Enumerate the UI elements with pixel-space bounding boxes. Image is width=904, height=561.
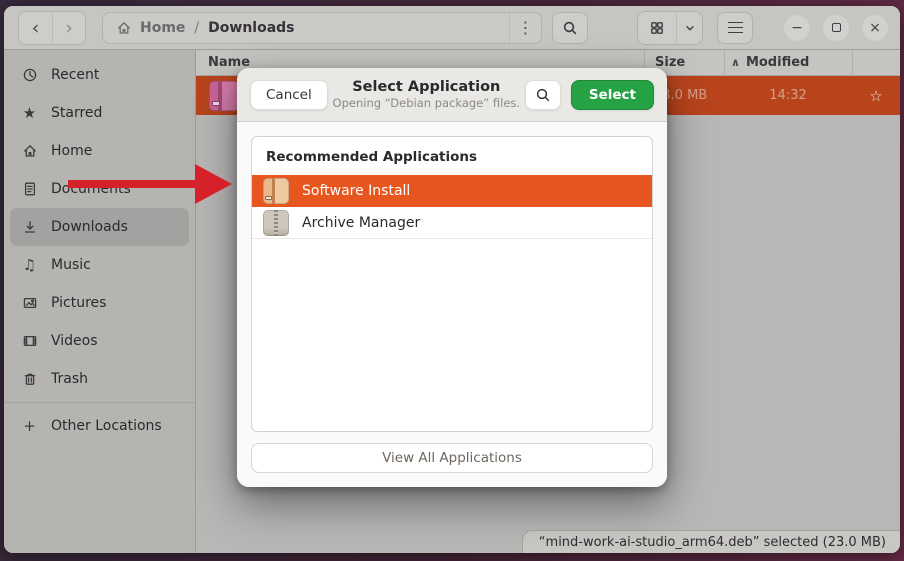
- picture-icon: [21, 295, 38, 311]
- plus-icon: +: [21, 417, 38, 435]
- hamburger-icon: [728, 22, 743, 24]
- grid-view-icon: [649, 20, 665, 36]
- select-application-dialog: Cancel Select Application Opening “Debia…: [237, 68, 667, 487]
- file-modified-cell: 14:32: [724, 88, 852, 103]
- dialog-body: Recommended Applications Software Instal…: [237, 122, 667, 487]
- sidebar-item-trash[interactable]: Trash: [10, 360, 189, 398]
- sidebar-item-label: Other Locations: [51, 418, 162, 434]
- column-modified[interactable]: ∧ Modified: [724, 50, 852, 75]
- sidebar: Recent ★ Starred Home Documents Download…: [4, 50, 196, 553]
- dialog-title: Select Application: [328, 78, 525, 96]
- document-icon: [21, 181, 38, 197]
- sidebar-item-label: Music: [51, 257, 91, 273]
- clock-icon: [21, 67, 38, 83]
- headerbar: ‹ › Home / Downloads ⋮: [4, 6, 900, 50]
- app-row-software-install[interactable]: Software Install: [252, 175, 652, 207]
- breadcrumb-home[interactable]: Home: [140, 20, 185, 36]
- maximize-button[interactable]: [823, 15, 849, 41]
- sidebar-item-recent[interactable]: Recent: [10, 56, 189, 94]
- sidebar-item-label: Trash: [51, 371, 88, 387]
- sidebar-item-label: Starred: [51, 105, 102, 121]
- path-menu-button[interactable]: ⋮: [509, 12, 541, 44]
- sidebar-divider: [4, 402, 195, 403]
- forward-icon: ›: [65, 17, 73, 39]
- dialog-subtitle: Opening “Debian package” files.: [328, 96, 525, 110]
- film-icon: [21, 333, 38, 349]
- sidebar-item-videos[interactable]: Videos: [10, 322, 189, 360]
- view-toggle-group: [637, 11, 703, 45]
- home-icon: [116, 20, 132, 36]
- sidebar-item-label: Downloads: [51, 219, 128, 235]
- trash-icon: [21, 371, 38, 387]
- main-menu-button[interactable]: [717, 12, 753, 44]
- sidebar-item-label: Pictures: [51, 295, 106, 311]
- app-name: Software Install: [302, 183, 410, 199]
- sidebar-item-other-locations[interactable]: + Other Locations: [10, 407, 189, 445]
- dialog-search-button[interactable]: [525, 80, 561, 110]
- close-icon: ×: [869, 20, 881, 36]
- star-outline-icon: ☆: [869, 87, 882, 105]
- cancel-button[interactable]: Cancel: [250, 80, 328, 110]
- app-name: Archive Manager: [302, 215, 420, 231]
- dialog-titles: Select Application Opening “Debian packa…: [328, 78, 525, 111]
- sidebar-item-starred[interactable]: ★ Starred: [10, 94, 189, 132]
- back-button[interactable]: ‹: [19, 12, 52, 44]
- column-star: [852, 50, 900, 75]
- sidebar-item-label: Home: [51, 143, 92, 159]
- kebab-icon: ⋮: [518, 18, 534, 37]
- dialog-header: Cancel Select Application Opening “Debia…: [237, 68, 667, 122]
- star-toggle[interactable]: ☆: [852, 87, 900, 105]
- software-install-icon: [263, 178, 289, 204]
- breadcrumb-current[interactable]: Downloads: [208, 20, 294, 36]
- application-list: Recommended Applications Software Instal…: [251, 136, 653, 432]
- search-button[interactable]: [552, 12, 588, 44]
- deb-package-icon: [209, 81, 239, 111]
- annotation-arrow: [60, 158, 240, 210]
- recommended-section-header: Recommended Applications: [252, 137, 652, 175]
- view-options-button[interactable]: [676, 12, 702, 44]
- view-all-applications-button[interactable]: View All Applications: [251, 443, 653, 473]
- home-icon: [21, 143, 38, 159]
- sidebar-item-label: Videos: [51, 333, 98, 349]
- chevron-down-icon: [683, 21, 697, 35]
- sidebar-item-label: Recent: [51, 67, 99, 83]
- app-row-archive-manager[interactable]: Archive Manager: [252, 207, 652, 239]
- breadcrumb-separator: /: [194, 20, 199, 36]
- grid-view-button[interactable]: [638, 12, 676, 44]
- back-icon: ‹: [32, 17, 40, 39]
- breadcrumb: Home / Downloads ⋮: [102, 12, 542, 44]
- minimize-button[interactable]: −: [784, 15, 810, 41]
- select-button[interactable]: Select: [571, 80, 654, 110]
- search-icon: [535, 87, 551, 103]
- star-icon: ★: [21, 104, 38, 122]
- sort-ascending-icon: ∧: [731, 56, 740, 69]
- archive-manager-icon: [263, 210, 289, 236]
- sidebar-item-pictures[interactable]: Pictures: [10, 284, 189, 322]
- music-note-icon: ♫: [21, 256, 38, 274]
- nav-button-group: ‹ ›: [18, 11, 86, 45]
- search-icon: [562, 20, 578, 36]
- status-text: “mind-work-ai-studio_arm64.deb” selected…: [539, 535, 886, 550]
- close-button[interactable]: ×: [862, 15, 888, 41]
- status-bar: “mind-work-ai-studio_arm64.deb” selected…: [522, 530, 900, 553]
- minimize-icon: −: [791, 20, 803, 36]
- maximize-icon: [832, 23, 841, 32]
- sidebar-item-music[interactable]: ♫ Music: [10, 246, 189, 284]
- sidebar-item-downloads[interactable]: Downloads: [10, 208, 189, 246]
- download-icon: [21, 219, 38, 235]
- forward-button[interactable]: ›: [52, 12, 85, 44]
